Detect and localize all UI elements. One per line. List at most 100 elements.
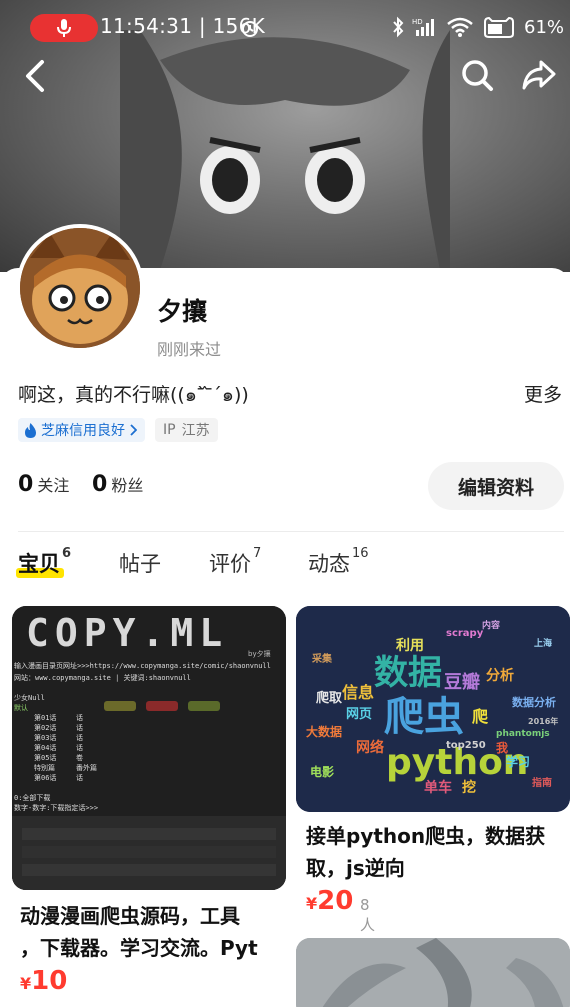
- thumb-right: 话: [76, 713, 83, 722]
- item-thumbnail[interactable]: [296, 938, 570, 1007]
- back-arrow-icon: [26, 60, 44, 92]
- thumb-line: 第04话: [34, 743, 56, 752]
- cloud-word: 上海: [534, 637, 552, 649]
- thumb-line: 输入漫画目录页网址>>>https://www.copymanga.site/c…: [14, 661, 271, 670]
- cloud-word: 指南: [532, 776, 552, 789]
- ip-label: IP: [163, 422, 176, 438]
- cloud-word: 数据: [374, 653, 442, 693]
- ip-location: 江苏: [181, 423, 210, 439]
- cloud-word: 爬取: [315, 690, 343, 706]
- chevron-right-icon: [130, 424, 137, 436]
- price-value: 10: [31, 966, 68, 996]
- item-title-line: 动漫漫画爬虫源码，工具: [20, 904, 240, 928]
- share-button[interactable]: [520, 56, 558, 94]
- more-link[interactable]: 更多: [524, 380, 562, 407]
- tab-label: 帖子: [119, 552, 161, 576]
- wifi-icon: [447, 17, 473, 37]
- cloud-word: 爬: [471, 707, 489, 726]
- tab-activity[interactable]: 动态 16: [308, 546, 369, 578]
- tab-label: 宝贝: [18, 552, 60, 576]
- cloud-word: phantomjs: [496, 729, 550, 739]
- price-value: 20: [317, 886, 354, 916]
- bluetooth-icon: [393, 16, 404, 38]
- cloud-word: 豆瓣: [444, 671, 480, 693]
- last-seen: 刚刚来过: [157, 340, 222, 359]
- recording-indicator[interactable]: [30, 14, 98, 42]
- thumbnail-wordcloud: 数据 爬虫 python 信息 豆瓣 网络 分析 利用 网页 scrapy ph…: [296, 606, 570, 812]
- cloud-word: 挖: [462, 779, 476, 796]
- thumb-right: 话: [76, 743, 83, 752]
- tab-label: 动态: [308, 552, 350, 576]
- thumbnail-terminal: COPY.ML by夕攘 输入漫画目录页网址>>>https://www.cop…: [12, 606, 286, 890]
- credit-tag[interactable]: 芝麻信用良好: [18, 418, 145, 442]
- following-count: 0: [18, 472, 34, 497]
- thumb-line: 第02话: [34, 723, 56, 732]
- tab-count: 16: [352, 546, 369, 561]
- item-thumbnail[interactable]: COPY.ML by夕攘 输入漫画目录页网址>>>https://www.cop…: [12, 606, 286, 890]
- search-icon: [462, 60, 493, 91]
- edit-profile-button[interactable]: 编辑资料: [428, 462, 564, 510]
- tab-posts[interactable]: 帖子: [119, 548, 161, 578]
- credit-label: 芝麻信用良好: [41, 423, 125, 439]
- cloud-word: scrapy: [446, 628, 484, 639]
- item-title: 接单python爬虫，数据获 取，js逆向: [306, 820, 568, 884]
- thumb-line: 第01话: [34, 713, 56, 722]
- thumb-banner-text: COPY.ML: [26, 611, 228, 655]
- microphone-icon: [57, 19, 71, 37]
- back-button[interactable]: [18, 56, 54, 96]
- thumb-right: 话: [76, 733, 83, 742]
- cloud-word: 网页: [346, 707, 372, 722]
- nickname: 夕攘: [157, 297, 208, 326]
- thumb-line: 0:全部下载: [14, 793, 50, 802]
- cloud-word: 信息: [342, 683, 374, 702]
- banner-artwork: [120, 30, 450, 270]
- tab-label: 评价: [209, 552, 251, 576]
- item-title: 动漫漫画爬虫源码，工具 ，下载器。学习交流。Pyt: [20, 900, 282, 964]
- cloud-word: 2016年: [528, 716, 558, 726]
- item-title-line: 取，js逆向: [306, 856, 405, 880]
- bio: 啊这，真的不行嘛((๑ˋ᷄ ᷅ˊ๑)): [18, 384, 249, 406]
- alarm-icon: [242, 21, 258, 37]
- item-title-line: 接单python爬虫，数据获: [306, 824, 546, 848]
- currency-symbol: ¥: [306, 894, 318, 913]
- fans-stat[interactable]: 0 粉丝: [92, 472, 143, 497]
- item-price: ¥ 20: [306, 886, 353, 916]
- thumb-line: 默认: [14, 703, 28, 712]
- cloud-word: 内容: [482, 619, 500, 631]
- avatar[interactable]: [16, 224, 144, 352]
- item-title-line: ，下载器。学习交流。Pyt: [20, 936, 258, 960]
- cloud-word: 采集: [311, 652, 333, 665]
- tab-count: 6: [62, 546, 72, 561]
- following-label: 关注: [37, 476, 70, 495]
- search-button[interactable]: [458, 56, 496, 94]
- cloud-word: 网络: [356, 739, 384, 756]
- tab-items[interactable]: 宝贝 6: [18, 546, 72, 578]
- cloud-word: 利用: [396, 637, 424, 654]
- thumb-right: 话: [76, 723, 83, 732]
- cloud-word: 单车: [424, 779, 452, 796]
- cloud-word: 大数据: [306, 724, 342, 739]
- cloud-word: 我: [496, 740, 508, 755]
- cloud-word: 电影: [310, 764, 334, 779]
- thumb-line: 第03话: [34, 733, 56, 742]
- fans-count: 0: [92, 472, 108, 497]
- svg-text:HD: HD: [412, 18, 423, 26]
- avatar-image: [20, 228, 140, 348]
- divider: [18, 531, 564, 532]
- flame-icon: [25, 422, 36, 438]
- status-bar: 11:54:31 | 156K HD 61%: [0, 0, 570, 56]
- thumb-line: 网站：www.copymanga.site | 关键词:shaonvnull: [14, 673, 191, 682]
- thumb-right: 话: [76, 773, 83, 782]
- fans-label: 粉丝: [111, 476, 144, 495]
- thumb-right: 番外篇: [76, 763, 97, 772]
- thumbnail-leaves: [296, 938, 570, 1007]
- ip-tag: IP 江苏: [155, 418, 218, 442]
- following-stat[interactable]: 0 关注: [18, 472, 69, 497]
- battery-icon: [484, 16, 514, 38]
- battery-percent: 61%: [524, 16, 565, 38]
- tab-reviews[interactable]: 评价 7: [209, 546, 261, 578]
- thumb-line: 数字-数字:下载指定话>>>: [14, 803, 98, 812]
- cloud-word: 分析: [486, 667, 514, 684]
- item-thumbnail[interactable]: 数据 爬虫 python 信息 豆瓣 网络 分析 利用 网页 scrapy ph…: [296, 606, 570, 812]
- thumb-line: 第06话: [34, 773, 56, 782]
